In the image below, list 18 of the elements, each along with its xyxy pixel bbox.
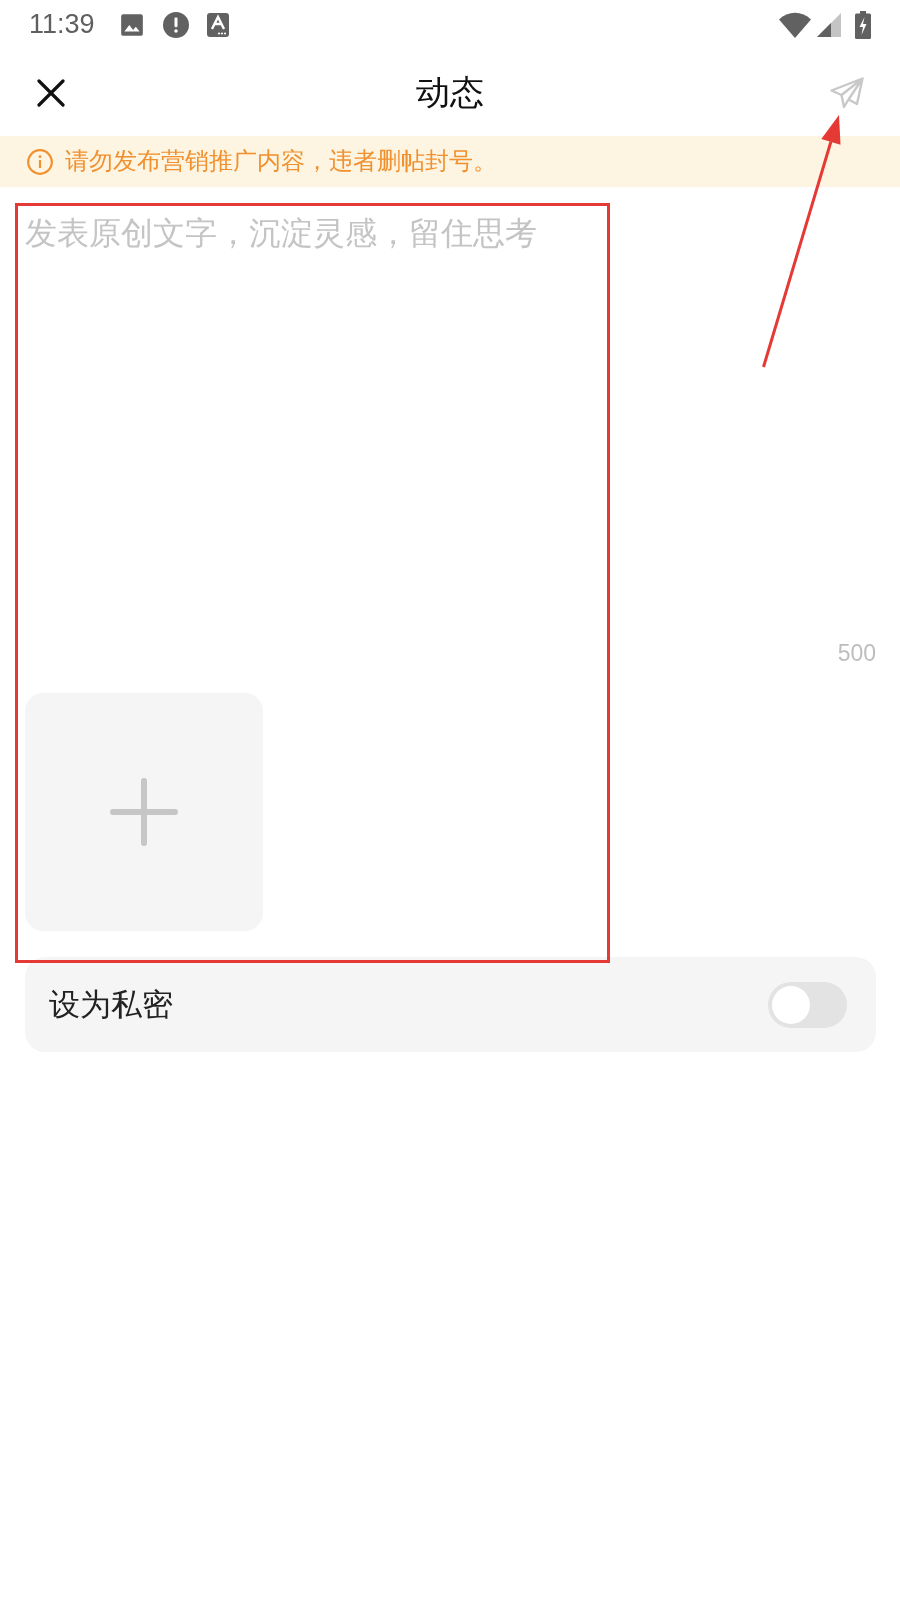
character-count: 500 (837, 639, 876, 668)
privacy-label: 设为私密 (49, 985, 173, 1024)
image-icon (118, 11, 145, 38)
wifi-icon (779, 11, 811, 38)
send-icon (830, 76, 864, 109)
add-image-button[interactable] (25, 693, 263, 931)
privacy-toggle[interactable] (768, 981, 847, 1028)
close-icon (37, 78, 65, 107)
page-title: 动态 (416, 72, 484, 113)
signal-icon (817, 12, 841, 37)
info-icon (27, 148, 53, 175)
status-time: 11:39 (29, 11, 95, 38)
letter-tile-icon (206, 12, 229, 37)
battery-charging-icon (855, 10, 871, 39)
notice-text: 请勿发布营销推广内容，违者删帖封号。 (65, 147, 497, 176)
plus-icon (110, 778, 178, 846)
post-text-field[interactable]: 发表原创文字，沉淀灵感，留住思考 (25, 205, 876, 638)
alert-icon (162, 11, 189, 38)
